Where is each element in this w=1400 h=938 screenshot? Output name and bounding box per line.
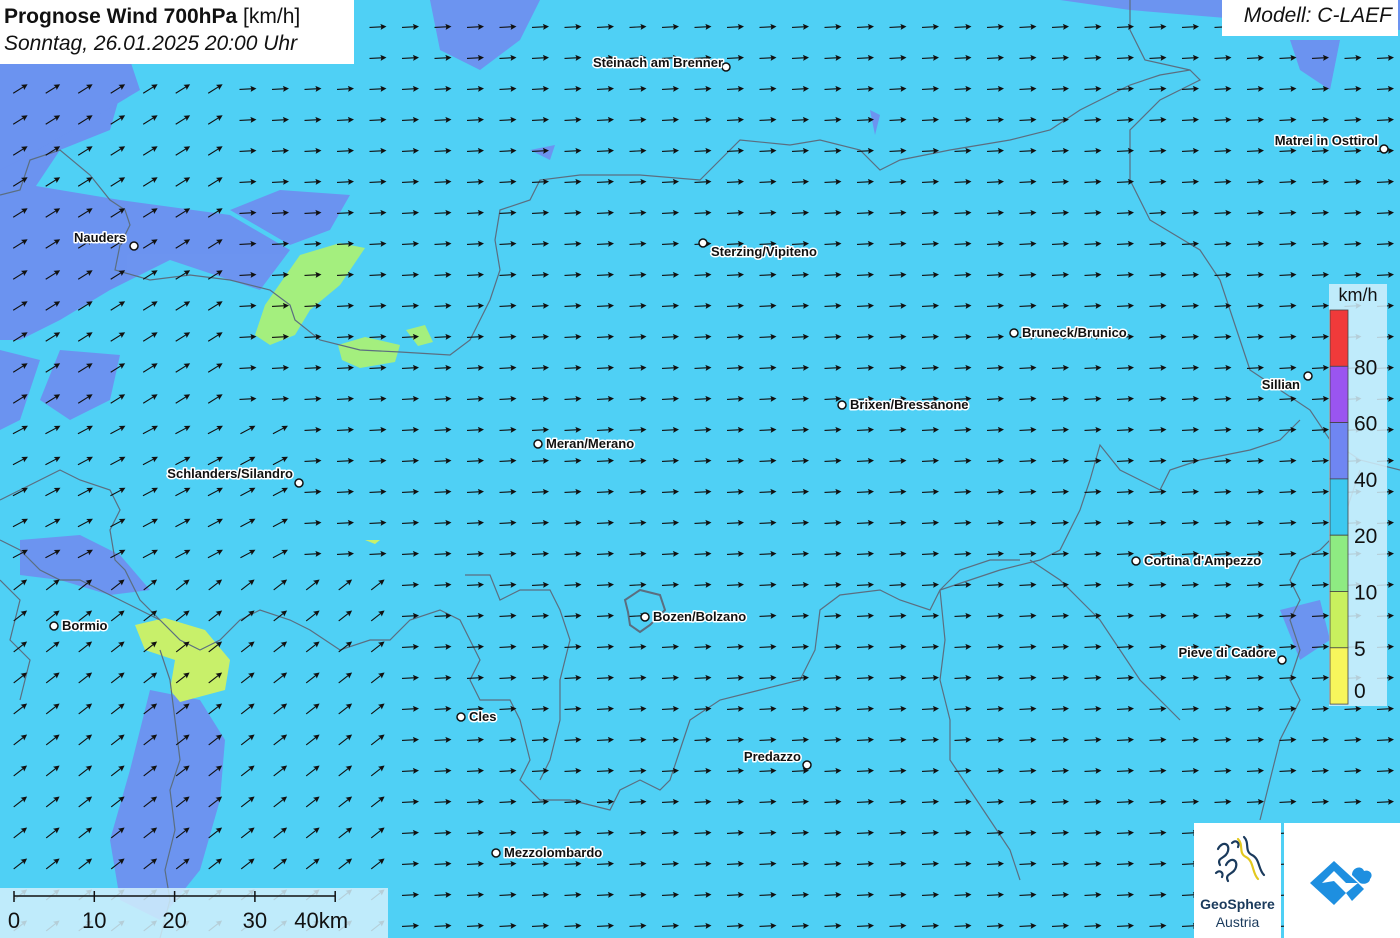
city-dot (49, 621, 59, 631)
city-marker[interactable]: Bozen/Bolzano (640, 608, 748, 626)
legend-label: 40 (1354, 469, 1377, 492)
city-dot (721, 62, 731, 72)
geosphere-line1: GeoSphere (1200, 896, 1275, 912)
city-label: Predazzo (744, 749, 801, 764)
city-dot (533, 439, 543, 449)
scale-label: 30 (243, 908, 267, 933)
legend-label: 60 (1354, 413, 1377, 436)
city-label: Bozen/Bolzano (653, 609, 746, 624)
model-label: Modell: C-LAEF (1222, 0, 1398, 36)
city-marker[interactable]: Cortina d'Ampezzo (1131, 552, 1263, 570)
legend-label: 10 (1354, 582, 1377, 605)
city-dot (1009, 328, 1019, 338)
geosphere-text: GeoSphere Austria (1194, 895, 1281, 931)
legend-scale: 80 60 40 20 10 5 0 (1329, 309, 1377, 705)
city-label: Sterzing/Vipiteno (711, 244, 817, 259)
city-label: Cles (469, 709, 496, 724)
city-marker[interactable]: Meran/Merano (533, 435, 636, 453)
city-label: Matrei in Osttirol (1275, 133, 1378, 148)
legend-swatch (1329, 365, 1349, 424)
city-label: Brixen/Bressanone (850, 397, 969, 412)
legend-label-bottom: 0 (1354, 680, 1366, 703)
scale-label: 0 (8, 908, 20, 933)
cloud-mountain-logo-icon (1310, 861, 1372, 905)
title-box: Prognose Wind 700hPa [km/h] Sonntag, 26.… (0, 0, 354, 64)
city-label: Nauders (74, 230, 126, 245)
city-marker[interactable]: Bruneck/Brunico (1009, 324, 1128, 342)
legend-swatch (1329, 647, 1349, 705)
geosphere-logo[interactable]: GeoSphere Austria (1194, 823, 1281, 938)
scale-label: 10 (82, 908, 106, 933)
title-line: Prognose Wind 700hPa [km/h] (4, 4, 354, 30)
legend-swatch (1329, 422, 1349, 480)
wind-map[interactable]: Steinach am Brenner Matrei in Osttirol Nau… (0, 0, 1400, 938)
city-dot (1379, 144, 1389, 154)
scale-label: 40km (294, 908, 348, 933)
city-dot (456, 712, 466, 722)
city-dot (129, 241, 139, 251)
geosphere-emblem-icon (1214, 835, 1266, 883)
city-label: Bormio (62, 618, 108, 633)
city-label: Pieve di Cadore (1178, 645, 1276, 660)
forecast-datetime: Sonntag, 26.01.2025 20:00 Uhr (4, 32, 298, 55)
partner-logo[interactable] (1284, 823, 1400, 938)
legend-swatch (1329, 534, 1349, 592)
city-dot (802, 760, 812, 770)
city-label: Cortina d'Ampezzo (1144, 553, 1261, 568)
geosphere-line2: Austria (1215, 914, 1260, 930)
city-dot (640, 612, 650, 622)
city-marker[interactable]: Steinach am Brenner (591, 54, 731, 72)
city-label: Schlanders/Silandro (167, 466, 293, 481)
scale-bar: 0 10 20 30 40km (8, 891, 348, 933)
legend-swatch (1329, 478, 1349, 536)
city-marker[interactable]: Mezzolombardo (491, 844, 604, 862)
city-dot (491, 848, 501, 858)
city-label: Steinach am Brenner (593, 55, 723, 70)
city-dot (1277, 655, 1287, 665)
city-label: Mezzolombardo (504, 845, 602, 860)
city-dot (1303, 371, 1313, 381)
scale-label: 20 (162, 908, 186, 933)
legend-swatch (1329, 309, 1349, 367)
title-main: Prognose Wind 700hPa (4, 5, 238, 28)
city-dot (294, 478, 304, 488)
city-dot (837, 400, 847, 410)
city-dot (1131, 556, 1141, 566)
legend-label: 20 (1354, 525, 1377, 548)
city-label: Sillian (1262, 377, 1300, 392)
city-label: Bruneck/Brunico (1022, 325, 1127, 340)
title-unit: [km/h] (243, 5, 301, 28)
legend-label: 5 (1354, 638, 1366, 661)
city-label: Meran/Merano (546, 436, 634, 451)
legend-swatch (1329, 591, 1349, 649)
city-dot (698, 238, 708, 248)
legend-label: 80 (1354, 356, 1377, 379)
city-marker[interactable]: Brixen/Bressanone (837, 396, 970, 414)
